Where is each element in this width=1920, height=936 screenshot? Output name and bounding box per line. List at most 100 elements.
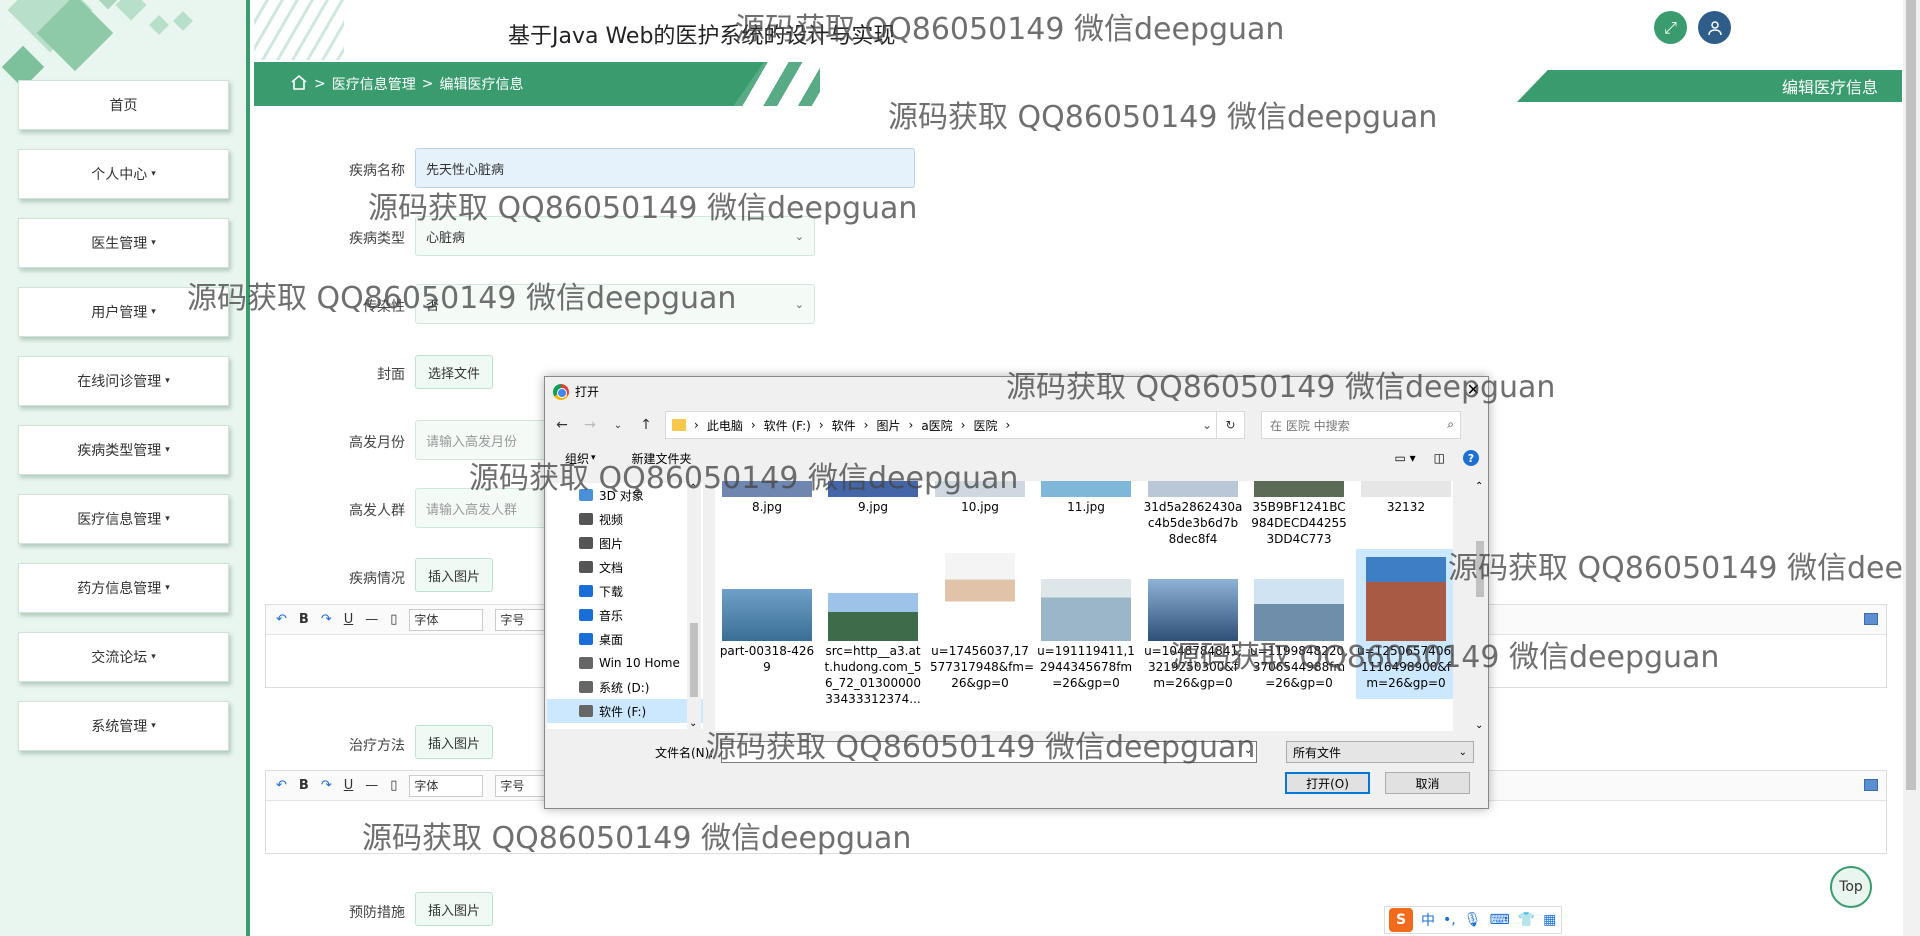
underline-button[interactable]: U	[344, 612, 354, 627]
file-item[interactable]: part-00318-426 9	[717, 549, 817, 699]
file-item[interactable]: 8.jpg	[717, 481, 817, 515]
path-segment[interactable]: a医院	[921, 417, 952, 434]
sidebar-item-disease-types[interactable]: 疾病类型管理 ▾	[18, 425, 229, 475]
source-icon[interactable]	[1864, 779, 1878, 791]
path-segment[interactable]: 此电脑	[707, 417, 743, 434]
underline-button[interactable]: U	[344, 778, 354, 793]
home-icon[interactable]	[290, 74, 308, 94]
preview-pane-icon[interactable]: ◫	[1434, 451, 1445, 465]
sidebar-item-users[interactable]: 用户管理 ▾	[18, 287, 229, 337]
path-segment[interactable]: 图片	[876, 417, 900, 434]
chevron-down-icon[interactable]: ⌄	[1244, 745, 1252, 756]
file-item[interactable]: 11.jpg	[1036, 481, 1136, 515]
tree-item[interactable]: 下载	[547, 579, 703, 603]
refresh-icon[interactable]: ↻	[1216, 412, 1244, 438]
sidebar-item-profile[interactable]: 个人中心 ▾	[18, 149, 229, 199]
bold-button[interactable]: B	[299, 778, 309, 793]
skin-icon[interactable]: 👕	[1518, 912, 1535, 928]
files-scroll-thumb[interactable]	[1476, 541, 1484, 597]
font-select[interactable]: 字体	[409, 774, 484, 797]
scroll-up-icon[interactable]: ⌃	[689, 483, 697, 494]
undo-icon[interactable]: ↶	[276, 778, 287, 793]
tree-item[interactable]: 图片	[547, 531, 703, 555]
tree-scrollbar[interactable]: ⌃ ⌄	[687, 483, 701, 729]
horizontal-rule-button[interactable]: —	[365, 778, 378, 793]
help-icon[interactable]: ?	[1463, 450, 1479, 466]
scroll-down-icon[interactable]: ⌄	[1475, 720, 1483, 731]
filetype-select[interactable]: 所有文件 ⌄	[1286, 741, 1474, 763]
microphone-icon[interactable]: 🎙	[1464, 912, 1482, 928]
open-button[interactable]: 打开(O)	[1285, 772, 1370, 794]
fullscreen-icon[interactable]: ⤢	[1654, 11, 1687, 44]
tree-item[interactable]: 桌面	[547, 627, 703, 651]
disease-type-select[interactable]: 心脏病 ⌄	[415, 216, 815, 256]
forward-arrow-icon[interactable]: →	[581, 417, 599, 433]
filename-input[interactable]: ⌄	[721, 741, 1258, 763]
file-item[interactable]: 9.jpg	[823, 481, 923, 515]
insert-image-button[interactable]: 插入图片	[415, 725, 494, 759]
sidebar-item-consultation[interactable]: 在线问诊管理 ▾	[18, 356, 229, 406]
disease-name-input[interactable]: 先天性心脏病	[415, 148, 915, 188]
file-item[interactable]: 31d5a2862430a c4b5de3b6d7b 8dec8f4	[1143, 481, 1243, 547]
recent-chevron-icon[interactable]: ⌄	[609, 420, 627, 431]
path-segment[interactable]: 软件 (F:)	[764, 417, 811, 434]
file-item[interactable]: src=http__a3.at t.hudong.com_5 6_72_0130…	[823, 549, 923, 706]
sidebar-item-doctors[interactable]: 医生管理 ▾	[18, 218, 229, 268]
source-icon[interactable]	[1864, 613, 1878, 625]
up-arrow-icon[interactable]: ↑	[637, 417, 655, 433]
file-item[interactable]: u=1199848220, 3706544988fm =26&gp=0	[1249, 549, 1349, 699]
file-item[interactable]: 32132	[1356, 481, 1453, 515]
organize-menu[interactable]: 组织	[565, 450, 589, 467]
scroll-up-icon[interactable]: ⌃	[1475, 481, 1483, 492]
sidebar-item-prescriptions[interactable]: 药方信息管理 ▾	[18, 563, 229, 613]
back-to-top-button[interactable]: Top	[1830, 866, 1872, 908]
tree-scroll-thumb[interactable]	[690, 623, 698, 697]
scroll-down-icon[interactable]: ⌄	[689, 718, 697, 729]
ime-toolbar[interactable]: S 中 •, 🎙 ⌨ 👕 ▦	[1384, 906, 1562, 934]
page-scrollbar[interactable]	[1903, 0, 1920, 936]
ime-mode[interactable]: 中	[1421, 910, 1435, 930]
file-item[interactable]: 35B9BF1241BC 984DECD44255 3DD4C773	[1249, 481, 1349, 547]
tree-item[interactable]: 音乐	[547, 603, 703, 627]
view-options-icon[interactable]: ▭ ▾	[1394, 451, 1415, 465]
files-scrollbar[interactable]: ⌃ ⌄	[1473, 481, 1487, 731]
file-item[interactable]: u=1048784841, 3219250300&f m=26&gp=0	[1143, 549, 1243, 699]
tree-item[interactable]: 3D 对象	[547, 483, 703, 507]
sidebar-item-system[interactable]: 系统管理 ▾	[18, 701, 229, 751]
page-icon[interactable]: ▯	[390, 612, 397, 627]
redo-icon[interactable]: ↷	[321, 778, 332, 793]
contagious-select[interactable]: 否 ⌄	[415, 284, 815, 324]
file-item[interactable]: u=191119411,1 2944345678fm =26&gp=0	[1036, 549, 1136, 699]
tree-item[interactable]: 系统 (D:)	[547, 675, 703, 699]
file-item[interactable]: u=1250657406, 1116498900&f m=26&gp=0	[1356, 549, 1453, 699]
horizontal-rule-button[interactable]: —	[365, 612, 378, 627]
sidebar-item-forum[interactable]: 交流论坛 ▾	[18, 632, 229, 682]
sidebar-item-home[interactable]: 首页	[18, 80, 229, 130]
path-segment[interactable]: 医院	[973, 417, 997, 434]
path-segment[interactable]: 软件	[832, 417, 856, 434]
punctuation-icon[interactable]: •,	[1443, 912, 1456, 928]
tree-item[interactable]: Win 10 Home	[547, 651, 703, 675]
breadcrumb-item-medical-info[interactable]: 医疗信息管理	[332, 74, 416, 94]
undo-icon[interactable]: ↶	[276, 612, 287, 627]
insert-image-button[interactable]: 插入图片	[415, 558, 494, 592]
toolbox-icon[interactable]: ▦	[1543, 912, 1556, 928]
file-item[interactable]: u=17456037,17 577317948&fm= 26&gp=0	[930, 549, 1034, 699]
cancel-button[interactable]: 取消	[1385, 772, 1470, 794]
page-icon[interactable]: ▯	[390, 778, 397, 793]
sidebar-item-medical-info[interactable]: 医疗信息管理 ▾	[18, 494, 229, 544]
keyboard-icon[interactable]: ⌨	[1490, 912, 1510, 928]
user-icon[interactable]	[1698, 11, 1731, 44]
file-item[interactable]: 10.jpg	[930, 481, 1030, 515]
page-scroll-thumb[interactable]	[1906, 0, 1916, 790]
insert-image-button[interactable]: 插入图片	[415, 892, 494, 926]
tree-item[interactable]: 文档	[547, 555, 703, 579]
dialog-search-input[interactable]: 在 医院 中搜索 ⌕	[1261, 411, 1461, 439]
tree-item[interactable]: 视频	[547, 507, 703, 531]
chevron-down-icon[interactable]: ⌄	[1202, 418, 1212, 432]
redo-icon[interactable]: ↷	[321, 612, 332, 627]
bold-button[interactable]: B	[299, 612, 309, 627]
close-icon[interactable]: ✕	[1467, 380, 1480, 399]
new-folder-button[interactable]: 新建文件夹	[632, 450, 692, 467]
font-select[interactable]: 字体	[409, 608, 484, 631]
